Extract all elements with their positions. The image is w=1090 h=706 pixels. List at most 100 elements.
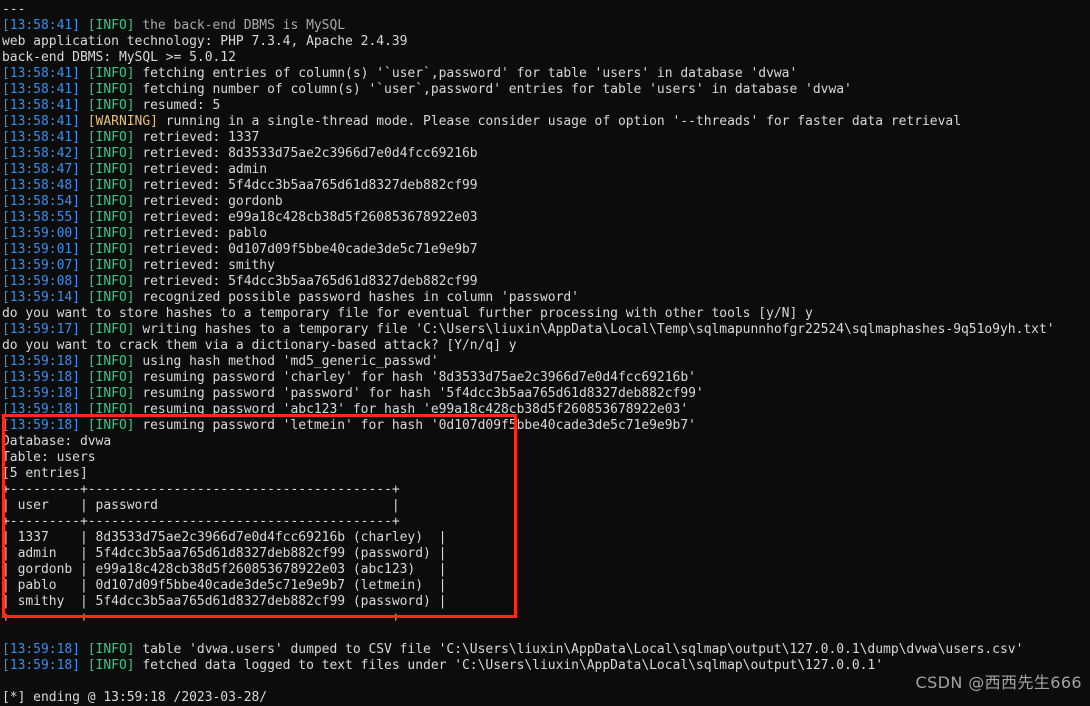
- log-timestamp: [13:58:48]: [2, 178, 80, 193]
- console-text: ---: [2, 2, 26, 17]
- log-timestamp: [13:58:41]: [2, 82, 80, 97]
- console-line: | pablo | 0d107d09f5bbe40cade3de5c71e9e9…: [2, 578, 1088, 594]
- log-timestamp: [13:58:55]: [2, 210, 80, 225]
- console-log-line: [13:59:18] [INFO] resuming password 'pas…: [2, 386, 1088, 402]
- log-timestamp: [13:58:41]: [2, 130, 80, 145]
- log-message: retrieved: 8d3533d75ae2c3966d7e0d4fcc692…: [142, 146, 478, 161]
- log-message: table 'dvwa.users' dumped to CSV file 'C…: [142, 642, 1024, 657]
- log-timestamp: [13:58:41]: [2, 18, 80, 33]
- console-log-line: [13:58:47] [INFO] retrieved: admin: [2, 162, 1088, 178]
- log-message: retrieved: 5f4dcc3b5aa765d61d8327deb882c…: [142, 178, 478, 193]
- console-text: | smithy | 5f4dcc3b5aa765d61d8327deb882c…: [2, 594, 447, 609]
- log-message: retrieved: 0d107d09f5bbe40cade3de5c71e9e…: [142, 242, 478, 257]
- log-message: resuming password 'charley' for hash '8d…: [142, 370, 696, 385]
- log-timestamp: [13:59:07]: [2, 258, 80, 273]
- console-log-line: [13:59:18] [INFO] resuming password 'cha…: [2, 370, 1088, 386]
- log-level-badge: [INFO]: [87, 658, 135, 673]
- log-message: the back-end DBMS is MySQL: [142, 18, 346, 33]
- console-text: +---------+-----------------------------…: [2, 482, 400, 497]
- log-message: using hash method 'md5_generic_passwd': [142, 354, 439, 369]
- console-line: do you want to crack them via a dictiona…: [2, 338, 1088, 354]
- log-level-badge: [INFO]: [87, 130, 135, 145]
- log-level-badge: [INFO]: [87, 194, 135, 209]
- console-text: | 1337 | 8d3533d75ae2c3966d7e0d4fcc69216…: [2, 530, 447, 545]
- console-log-line: [13:59:18] [INFO] using hash method 'md5…: [2, 354, 1088, 370]
- console-line: [*] ending @ 13:59:18 /2023-03-28/: [2, 690, 1088, 706]
- csdn-watermark: CSDN @西西先生666: [915, 673, 1082, 692]
- log-level-badge: [WARNING]: [87, 114, 158, 129]
- console-text: | gordonb | e99a18c428cb38d5f26085367892…: [2, 562, 447, 577]
- log-timestamp: [13:58:41]: [2, 98, 80, 113]
- console-text: Table: users: [2, 450, 96, 465]
- console-line: [5 entries]: [2, 466, 1088, 482]
- log-message: running in a single-thread mode. Please …: [165, 114, 961, 129]
- console-line: | smithy | 5f4dcc3b5aa765d61d8327deb882c…: [2, 594, 1088, 610]
- log-level-badge: [INFO]: [87, 18, 135, 33]
- console-line: Table: users: [2, 450, 1088, 466]
- console-log-line: [13:58:42] [INFO] retrieved: 8d3533d75ae…: [2, 146, 1088, 162]
- log-message: resuming password 'letmein' for hash '0d…: [142, 418, 696, 433]
- console-log-line: [13:58:41] [INFO] resumed: 5: [2, 98, 1088, 114]
- log-message: resuming password 'password' for hash '5…: [142, 386, 704, 401]
- log-message: resumed: 5: [142, 98, 221, 113]
- console-log-line: [13:59:14] [INFO] recognized possible pa…: [2, 290, 1088, 306]
- console-text: web application technology: PHP 7.3.4, A…: [2, 34, 408, 49]
- console-text: do you want to crack them via a dictiona…: [2, 338, 517, 353]
- log-level-badge: [INFO]: [87, 146, 135, 161]
- log-level-badge: [INFO]: [87, 258, 135, 273]
- console-log-line: [13:59:18] [INFO] table 'dvwa.users' dum…: [2, 642, 1088, 658]
- console-log-line: [13:59:01] [INFO] retrieved: 0d107d09f5b…: [2, 242, 1088, 258]
- log-timestamp: [13:59:14]: [2, 290, 80, 305]
- log-message: recognized possible password hashes in c…: [142, 290, 579, 305]
- console-line: | user | password |: [2, 498, 1088, 514]
- console-log-line: [13:59:00] [INFO] retrieved: pablo: [2, 226, 1088, 242]
- log-level-badge: [INFO]: [87, 418, 135, 433]
- console-log-line: [13:58:41] [INFO] fetching entries of co…: [2, 66, 1088, 82]
- console-log-line: [13:58:41] [INFO] the back-end DBMS is M…: [2, 18, 1088, 34]
- console-log-line: [13:59:17] [INFO] writing hashes to a te…: [2, 322, 1088, 338]
- log-level-badge: [INFO]: [87, 322, 135, 337]
- log-message: retrieved: gordonb: [142, 194, 283, 209]
- console-text: +---------+-----------------------------…: [2, 514, 400, 529]
- log-timestamp: [13:59:18]: [2, 658, 80, 673]
- log-level-badge: [INFO]: [87, 274, 135, 289]
- log-timestamp: [13:59:18]: [2, 402, 80, 417]
- console-text: | user | password |: [2, 498, 400, 513]
- log-timestamp: [13:58:47]: [2, 162, 80, 177]
- console-log-line: [13:59:18] [INFO] fetched data logged to…: [2, 658, 1088, 674]
- log-level-badge: [INFO]: [87, 82, 135, 97]
- log-timestamp: [13:58:54]: [2, 194, 80, 209]
- terminal-window[interactable]: --- [13:58:41] [INFO] the back-end DBMS i…: [0, 0, 1090, 706]
- console-line: | gordonb | e99a18c428cb38d5f26085367892…: [2, 562, 1088, 578]
- log-message: fetching entries of column(s) '`user`,pa…: [142, 66, 798, 81]
- console-line: web application technology: PHP 7.3.4, A…: [2, 34, 1088, 50]
- log-message: writing hashes to a temporary file 'C:\U…: [142, 322, 1055, 337]
- log-timestamp: [13:59:18]: [2, 418, 80, 433]
- log-message: retrieved: 1337: [142, 130, 260, 145]
- log-level-badge: [INFO]: [87, 66, 135, 81]
- console-line: | 1337 | 8d3533d75ae2c3966d7e0d4fcc69216…: [2, 530, 1088, 546]
- log-timestamp: [13:59:01]: [2, 242, 80, 257]
- log-level-badge: [INFO]: [87, 354, 135, 369]
- console-log-line: [13:59:08] [INFO] retrieved: 5f4dcc3b5aa…: [2, 274, 1088, 290]
- log-message: resuming password 'abc123' for hash 'e99…: [142, 402, 689, 417]
- console-text: Database: dvwa: [2, 434, 112, 449]
- log-message: retrieved: e99a18c428cb38d5f260853678922…: [142, 210, 478, 225]
- log-timestamp: [13:59:18]: [2, 370, 80, 385]
- log-message: retrieved: admin: [142, 162, 268, 177]
- log-level-badge: [INFO]: [87, 242, 135, 257]
- log-message: retrieved: 5f4dcc3b5aa765d61d8327deb882c…: [142, 274, 478, 289]
- console-line: +---------+-----------------------------…: [2, 514, 1088, 530]
- console-log-line: [13:58:54] [INFO] retrieved: gordonb: [2, 194, 1088, 210]
- console-log-line: [13:58:48] [INFO] retrieved: 5f4dcc3b5aa…: [2, 178, 1088, 194]
- log-level-badge: [INFO]: [87, 98, 135, 113]
- log-level-badge: [INFO]: [87, 386, 135, 401]
- log-timestamp: [13:59:18]: [2, 354, 80, 369]
- log-level-badge: [INFO]: [87, 162, 135, 177]
- console-line: do you want to store hashes to a tempora…: [2, 306, 1088, 322]
- log-message: fetching number of column(s) '`user`,pas…: [142, 82, 852, 97]
- log-message: fetched data logged to text files under …: [142, 658, 884, 673]
- console-line: ---: [2, 2, 1088, 18]
- console-log-line: [13:58:41] [INFO] fetching number of col…: [2, 82, 1088, 98]
